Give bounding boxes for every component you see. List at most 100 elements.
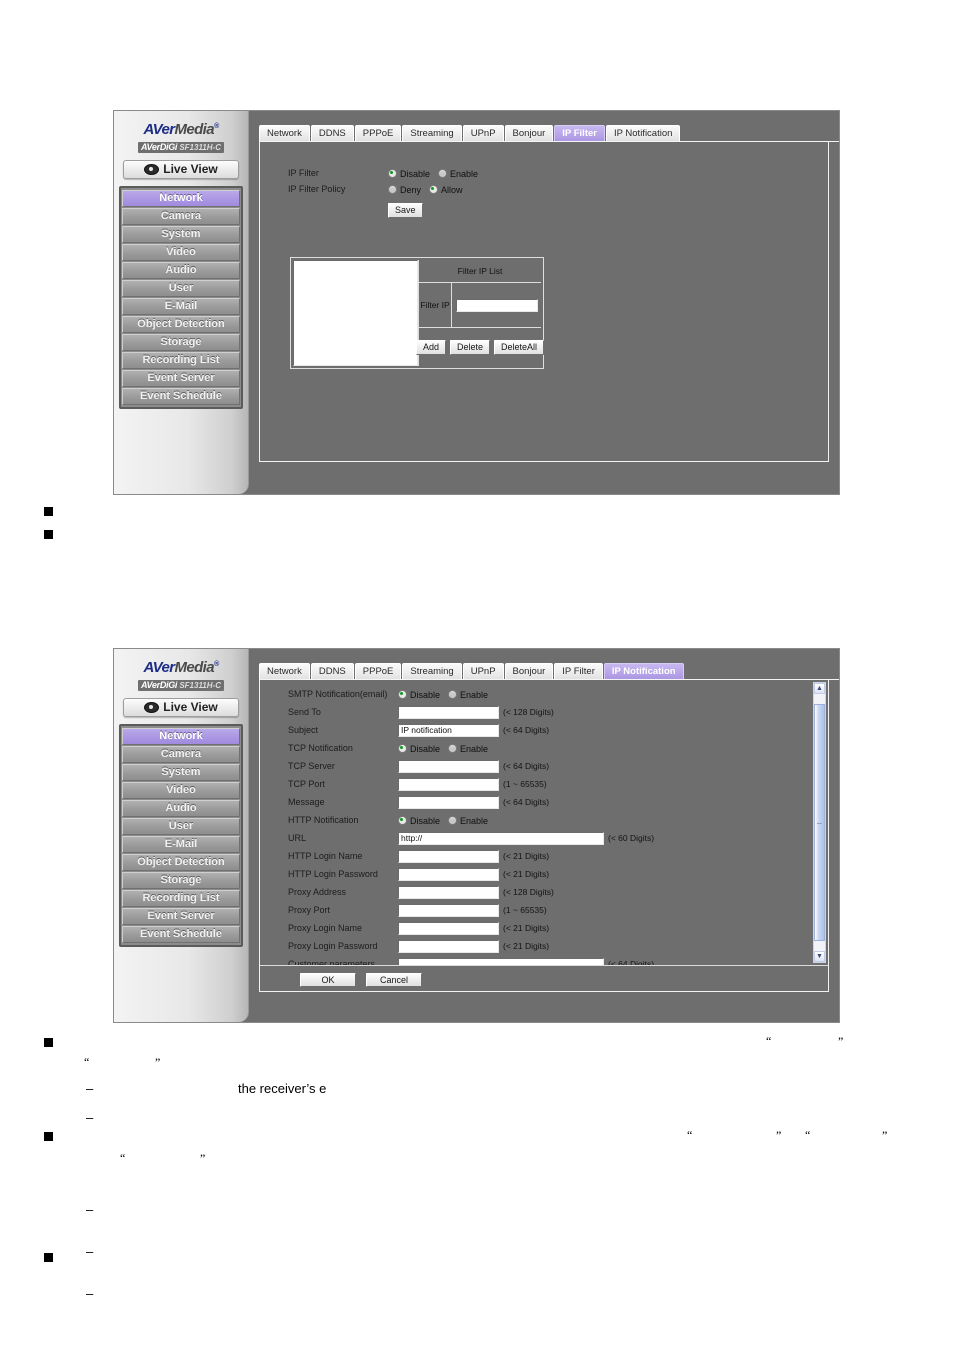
sidebar-item-email[interactable]: E-Mail — [122, 298, 240, 315]
radio-policy-deny[interactable]: Deny — [388, 185, 421, 195]
radio-policy-allow[interactable]: Allow — [429, 185, 463, 195]
sidebar-item-audio[interactable]: Audio — [122, 262, 240, 279]
scrollbar-thumb[interactable] — [814, 704, 825, 941]
sidebar-item-event-schedule[interactable]: Event Schedule — [122, 926, 240, 943]
radio-smtp-enable[interactable]: Enable — [448, 690, 488, 700]
tab-network[interactable]: Network — [259, 125, 310, 141]
sidebar-item-camera[interactable]: Camera — [122, 746, 240, 763]
tab-ip-notification[interactable]: IP Notification — [605, 125, 681, 141]
sidebar-ip-filter: AVerMedia® AVerDiGi SF1311H-C Live View … — [114, 111, 249, 494]
vertical-scrollbar[interactable]: ▲ ▼ — [813, 682, 826, 963]
sidebar-item-object-detection[interactable]: Object Detection — [122, 316, 240, 333]
save-button[interactable]: Save — [388, 203, 423, 218]
filter-ip-listbox[interactable] — [293, 260, 418, 366]
tab-ddns[interactable]: DDNS — [310, 125, 354, 141]
http-login-password-label: HTTP Login Password — [288, 869, 378, 879]
radio-smtp-disable[interactable]: Disable — [398, 690, 440, 700]
tcp-server-input[interactable] — [398, 760, 499, 773]
add-button[interactable]: Add — [415, 339, 446, 355]
tab-streaming[interactable]: Streaming — [402, 125, 462, 141]
row-proxy-port: Proxy Port (1 ~ 65535) — [288, 902, 654, 919]
sidebar-item-system[interactable]: System — [122, 226, 240, 243]
open-quote-mark: “ — [687, 1128, 693, 1142]
tab-bonjour[interactable]: Bonjour — [504, 663, 554, 679]
brand-logo: AVerMedia® AVerDiGi SF1311H-C — [119, 655, 243, 693]
row-ip-filter-policy: IP Filter Policy Deny Allow — [288, 184, 478, 195]
tab-ip-filter[interactable]: IP Filter — [554, 663, 603, 679]
url-input[interactable]: http:// — [398, 832, 604, 845]
tab-ip-filter[interactable]: IP Filter — [554, 125, 605, 141]
bullet-marker — [44, 1253, 53, 1262]
subject-input[interactable]: IP notification — [398, 724, 499, 737]
tab-bonjour[interactable]: Bonjour — [504, 125, 554, 141]
tab-streaming[interactable]: Streaming — [402, 663, 462, 679]
sidebar-item-system[interactable]: System — [122, 764, 240, 781]
sidebar-item-recording-list[interactable]: Recording List — [122, 890, 240, 907]
http-login-name-input[interactable] — [398, 850, 499, 863]
radio-tcp-disable[interactable]: Disable — [398, 744, 440, 754]
ip-filter-form-panel: IP Filter Disable Enable IP Filter Polic… — [259, 142, 829, 462]
sidebar-item-event-server[interactable]: Event Server — [122, 370, 240, 387]
row-http-login-name: HTTP Login Name (< 21 Digits) — [288, 848, 654, 865]
live-view-button[interactable]: Live View — [123, 698, 239, 717]
tab-upnp[interactable]: UPnP — [462, 125, 504, 141]
tab-ip-notification[interactable]: IP Notification — [603, 663, 684, 679]
sidebar-item-network[interactable]: Network — [122, 728, 240, 745]
radio-dot-selected-icon — [388, 169, 397, 178]
radio-http-disable[interactable]: Disable — [398, 816, 440, 826]
delete-all-button[interactable]: DeleteAll — [494, 339, 545, 355]
live-view-button[interactable]: Live View — [123, 160, 239, 179]
tab-upnp[interactable]: UPnP — [462, 663, 504, 679]
proxy-login-name-input[interactable] — [398, 922, 499, 935]
proxy-address-input[interactable] — [398, 886, 499, 899]
open-quote-mark: “ — [766, 1034, 772, 1048]
customer-parameters-input[interactable] — [398, 958, 604, 965]
sidebar-item-video[interactable]: Video — [122, 244, 240, 261]
tab-network[interactable]: Network — [259, 663, 310, 679]
cancel-button[interactable]: Cancel — [366, 973, 422, 987]
radio-ip-filter-disable[interactable]: Disable — [388, 169, 430, 179]
close-quote-mark: ” — [838, 1034, 844, 1048]
row-proxy-address: Proxy Address (< 128 Digits) — [288, 884, 654, 901]
sidebar-item-network[interactable]: Network — [122, 190, 240, 207]
sidebar-item-storage[interactable]: Storage — [122, 334, 240, 351]
tab-ddns[interactable]: DDNS — [310, 663, 354, 679]
tab-pppoe[interactable]: PPPoE — [354, 663, 402, 679]
sidebar-item-camera[interactable]: Camera — [122, 208, 240, 225]
sidebar-item-user[interactable]: User — [122, 818, 240, 835]
sidebar-item-event-schedule[interactable]: Event Schedule — [122, 388, 240, 405]
tcp-port-input[interactable] — [398, 778, 499, 791]
sidebar-item-email[interactable]: E-Mail — [122, 836, 240, 853]
message-input[interactable] — [398, 796, 499, 809]
message-hint: (< 64 Digits) — [503, 797, 550, 807]
radio-tcp-enable[interactable]: Enable — [448, 744, 488, 754]
proxy-port-input[interactable] — [398, 904, 499, 917]
filter-ip-input-row: Filter IP — [419, 283, 541, 328]
close-quote-mark: ” — [155, 1055, 161, 1069]
sidebar-item-storage[interactable]: Storage — [122, 872, 240, 889]
tab-pppoe[interactable]: PPPoE — [354, 125, 402, 141]
delete-button[interactable]: Delete — [449, 339, 490, 355]
sidebar-item-video[interactable]: Video — [122, 782, 240, 799]
sidebar-item-user[interactable]: User — [122, 280, 240, 297]
ip-notification-form-panel: SMTP Notification(email) Disable Enable … — [259, 680, 829, 992]
filter-ip-list-title: Filter IP List — [419, 260, 541, 283]
http-login-password-input[interactable] — [398, 868, 499, 881]
ok-button[interactable]: OK — [300, 973, 356, 987]
smtp-notification-label: SMTP Notification(email) — [288, 689, 388, 699]
radio-http-enable[interactable]: Enable — [448, 816, 488, 826]
proxy-login-password-input[interactable] — [398, 940, 499, 953]
sidebar-item-recording-list[interactable]: Recording List — [122, 352, 240, 369]
radio-ip-filter-enable[interactable]: Enable — [438, 169, 478, 179]
send-to-input[interactable] — [398, 706, 499, 719]
sidebar-item-audio[interactable]: Audio — [122, 800, 240, 817]
sidebar-item-object-detection[interactable]: Object Detection — [122, 854, 240, 871]
radio-ip-filter-enable-label: Enable — [450, 168, 479, 179]
radio-dot-icon — [448, 690, 458, 699]
scroll-up-arrow-icon[interactable]: ▲ — [814, 683, 825, 694]
sidebar-item-event-server[interactable]: Event Server — [122, 908, 240, 925]
ip-filter-fields: IP Filter Disable Enable IP Filter Polic… — [288, 168, 478, 218]
scroll-down-arrow-icon[interactable]: ▼ — [814, 951, 825, 962]
filter-ip-input[interactable] — [455, 298, 538, 312]
screenshot-ip-filter: AVerMedia® AVerDiGi SF1311H-C Live View … — [113, 110, 840, 495]
